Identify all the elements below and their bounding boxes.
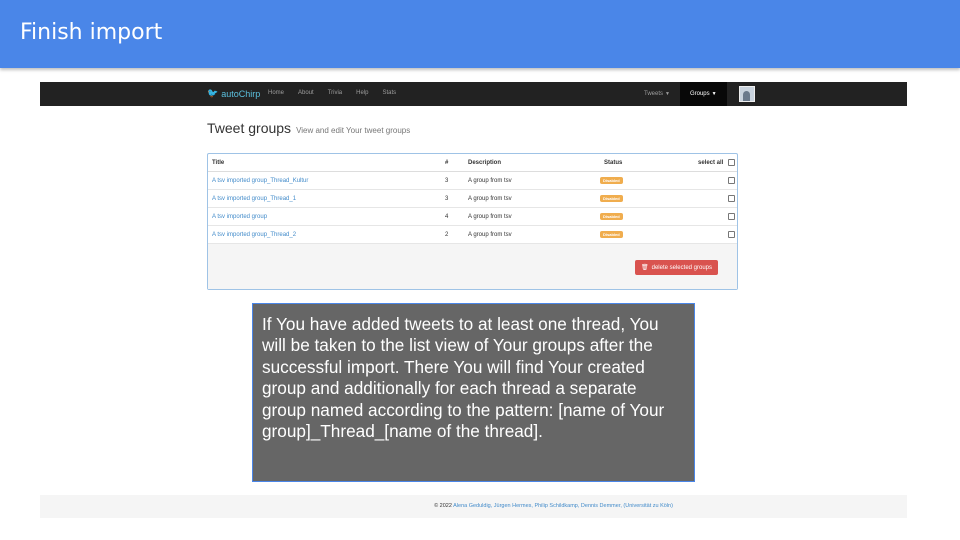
caret-down-icon: ▼ (711, 91, 717, 97)
nav-tweets-label: Tweets (644, 91, 664, 97)
nav-about[interactable]: About (298, 90, 314, 96)
institution-link[interactable]: (Universität zu Köln) (623, 503, 673, 509)
nav-groups-label: Groups (689, 91, 710, 97)
caret-down-icon: ▼ (665, 91, 670, 97)
twitter-bird-icon: 🐦 (207, 88, 219, 98)
row-checkbox[interactable] (728, 231, 735, 238)
nav-links: Home About Trivia Help Stats (268, 90, 396, 96)
group-title-link[interactable]: A tsv imported group_Thread_1 (212, 196, 296, 202)
group-description: A group from tsv (468, 214, 512, 220)
header-status: Status (604, 160, 623, 166)
trash-icon: 🗑 (641, 265, 649, 271)
group-count: 3 (445, 196, 449, 202)
delete-selected-button[interactable]: 🗑 delete selected groups (635, 260, 718, 275)
brand-link[interactable]: 🐦 autoChirp (207, 88, 260, 99)
group-count: 3 (445, 178, 449, 184)
nav-right: Tweets ▼ Groups ▼ (634, 82, 755, 106)
callout-text: If You have added tweets to at least one… (262, 314, 665, 442)
select-all-checkbox[interactable] (728, 159, 735, 166)
status-badge: Disabled (600, 213, 623, 220)
table-row: A tsv imported group 4 A group from tsv … (208, 208, 737, 226)
nav-tweets-dropdown[interactable]: Tweets ▼ (634, 91, 680, 97)
brand-label: autoChirp (221, 88, 261, 99)
table-row: A tsv imported group_Thread_2 2 A group … (208, 226, 737, 244)
delete-button-label: delete selected groups (651, 264, 712, 271)
explanation-callout: If You have added tweets to at least one… (252, 303, 695, 482)
slide-header: Finish import (0, 0, 960, 68)
table-header: Title # Description Status select all (208, 154, 737, 172)
panel-footer: 🗑 delete selected groups (208, 244, 737, 289)
nav-help[interactable]: Help (356, 90, 368, 96)
row-checkbox[interactable] (728, 213, 735, 220)
header-title: Title (212, 160, 225, 166)
slide: Finish import 🐦 autoChirp Home About Tri… (0, 0, 960, 540)
group-title-link[interactable]: A tsv imported group_Thread_2 (212, 232, 296, 238)
app-footer: © 2022 Alena Geduldig, Jürgen Hermes, Ph… (40, 495, 907, 518)
table-row: A tsv imported group_Thread_Kultur 3 A g… (208, 172, 737, 190)
group-description: A group from tsv (468, 196, 512, 202)
page-title: Tweet groups (207, 120, 292, 136)
user-icon (743, 91, 751, 101)
groups-table-panel: Title # Description Status select all A … (207, 153, 738, 290)
table-row: A tsv imported group_Thread_1 3 A group … (208, 190, 737, 208)
header-description: Description (468, 160, 502, 166)
nav-groups-dropdown[interactable]: Groups ▼ (679, 82, 727, 106)
group-count: 2 (445, 232, 449, 238)
slide-title: Finish import (20, 20, 163, 45)
copyright: © 2022 (434, 503, 452, 509)
row-checkbox[interactable] (728, 195, 735, 202)
row-checkbox[interactable] (728, 177, 735, 184)
page-subtitle: View and edit Your tweet groups (296, 126, 411, 135)
authors-link[interactable]: Alena Geduldig, Jürgen Hermes, Philip Sc… (453, 503, 622, 509)
group-count: 4 (445, 214, 449, 220)
page-heading: Tweet groups View and edit Your tweet gr… (207, 120, 410, 136)
nav-trivia[interactable]: Trivia (328, 90, 342, 96)
status-badge: Disabled (600, 231, 623, 238)
group-title-link[interactable]: A tsv imported group_Thread_Kultur (212, 178, 308, 184)
group-title-link[interactable]: A tsv imported group (212, 214, 267, 220)
group-description: A group from tsv (468, 178, 512, 184)
nav-stats[interactable]: Stats (383, 90, 397, 96)
nav-home[interactable]: Home (268, 90, 284, 96)
header-count: # (445, 160, 449, 166)
status-badge: Disabled (600, 195, 623, 202)
header-select-all: select all (698, 160, 724, 166)
group-description: A group from tsv (468, 232, 512, 238)
avatar[interactable] (738, 86, 755, 102)
status-badge: Disabled (600, 177, 623, 184)
navbar: 🐦 autoChirp Home About Trivia Help Stats… (40, 82, 907, 106)
